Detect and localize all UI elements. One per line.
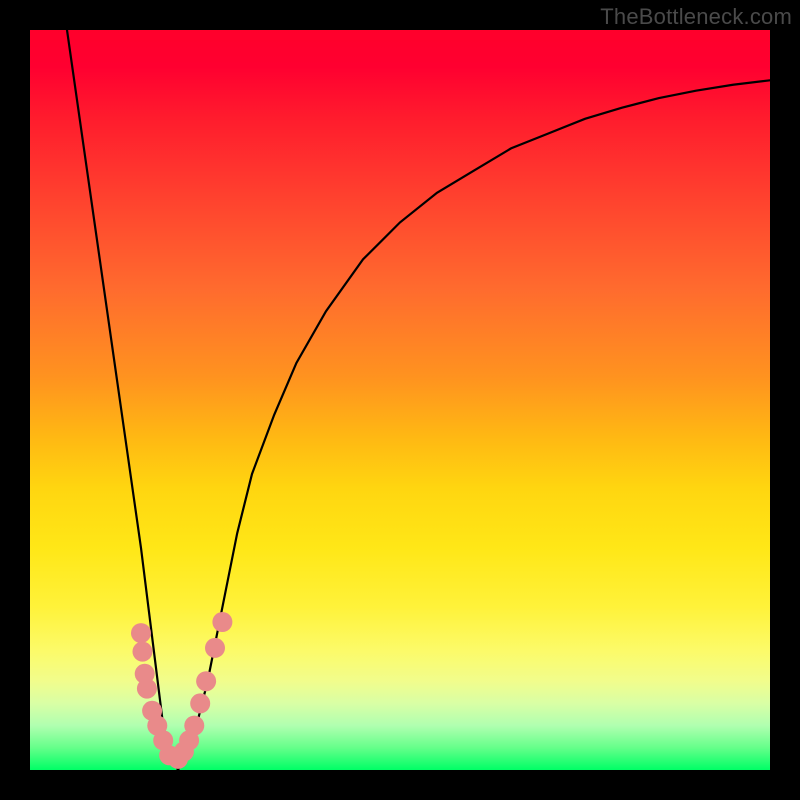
marker-dot	[184, 716, 204, 736]
watermark-label: TheBottleneck.com	[600, 4, 792, 30]
marker-dot	[212, 612, 232, 632]
curve-svg	[30, 30, 770, 770]
marker-dot	[196, 671, 216, 691]
marker-dot	[190, 693, 210, 713]
marker-dot	[132, 642, 152, 662]
marker-dot	[137, 679, 157, 699]
marker-dot	[131, 623, 151, 643]
plot-area	[30, 30, 770, 770]
marker-dot	[205, 638, 225, 658]
chart-frame: TheBottleneck.com	[0, 0, 800, 800]
bottleneck-curve-path	[67, 30, 770, 770]
